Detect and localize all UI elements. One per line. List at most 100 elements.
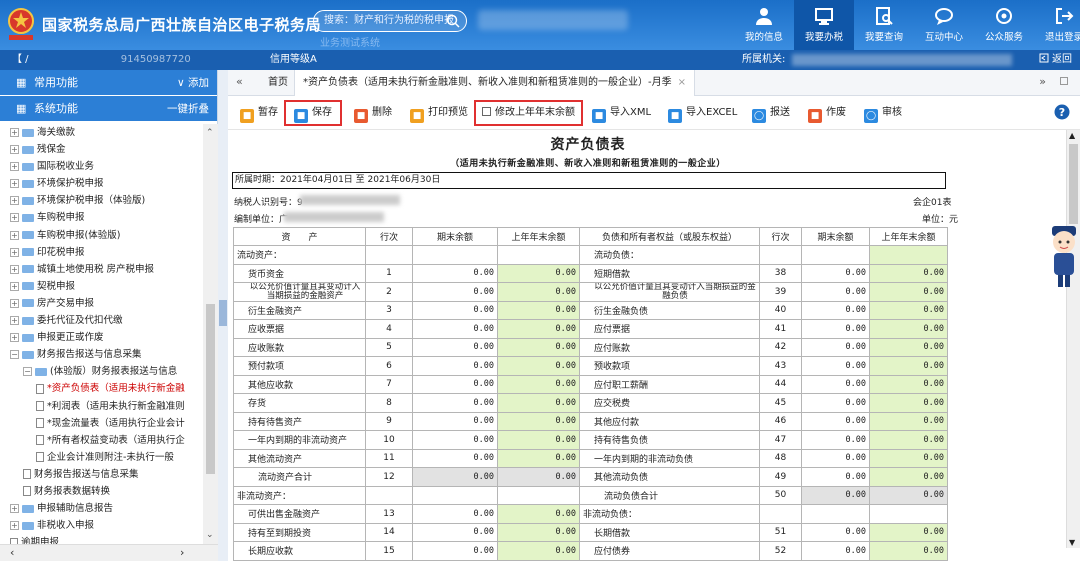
save-button[interactable]: ■ 保存 bbox=[284, 100, 342, 126]
asset-prior-year[interactable]: 0.00 bbox=[497, 300, 580, 320]
asset-prior-year[interactable]: 0.00 bbox=[497, 430, 580, 450]
asset-prior-year[interactable]: 0.00 bbox=[497, 282, 580, 302]
liability-prior-year[interactable]: 0.00 bbox=[869, 522, 948, 542]
liability-prior-year[interactable]: 0.00 bbox=[869, 374, 948, 394]
expand-icon[interactable]: + bbox=[10, 145, 19, 155]
expand-icon[interactable]: + bbox=[10, 298, 19, 308]
liability-prior-year[interactable]: 0.00 bbox=[869, 448, 948, 468]
expand-icon[interactable]: + bbox=[10, 264, 19, 274]
asset-prior-year[interactable]: 0.00 bbox=[497, 541, 580, 561]
tree-item[interactable]: + 非税收入申报 bbox=[0, 517, 203, 534]
asset-period-end[interactable]: 0.00 bbox=[412, 356, 498, 376]
import-excel-button[interactable]: ■ 导入EXCEL bbox=[668, 104, 737, 123]
tree-scroll-thumb[interactable] bbox=[206, 304, 215, 474]
tree-item[interactable]: − (体验版）财务报表报送与信息 bbox=[0, 363, 203, 380]
search-icon[interactable] bbox=[446, 14, 460, 28]
tree-item[interactable]: + 契税申报 bbox=[0, 278, 203, 295]
tree-item[interactable]: + 国际税收业务 bbox=[0, 158, 203, 175]
system-functions-header[interactable]: ▦ 系统功能 一键折叠 bbox=[0, 96, 217, 122]
tree-item[interactable]: 逾期申报 bbox=[0, 534, 203, 544]
common-functions-header[interactable]: ▦ 常用功能 ∨ 添加 bbox=[0, 70, 217, 96]
tree-item[interactable]: 财务报告报送与信息采集 bbox=[0, 466, 203, 483]
asset-period-end[interactable]: 0.00 bbox=[412, 374, 498, 394]
modify-prior-year-checkbox[interactable]: 修改上年年末余额 bbox=[474, 100, 583, 126]
tree-item[interactable]: + 申报更正或作废 bbox=[0, 329, 203, 346]
print-preview-button[interactable]: ■ 打印预览 bbox=[410, 104, 468, 123]
scroll-down-icon[interactable]: ⌄ bbox=[206, 530, 214, 540]
liability-period-end[interactable]: 0.00 bbox=[801, 319, 870, 339]
form-scroll-thumb[interactable] bbox=[1069, 144, 1078, 224]
return-button[interactable]: 返回 bbox=[1039, 50, 1072, 70]
tree-item[interactable]: + 委托代征及代扣代缴 bbox=[0, 312, 203, 329]
tree-item[interactable]: + 车购税申报(体验版) bbox=[0, 227, 203, 244]
expand-icon[interactable]: + bbox=[10, 333, 19, 343]
liability-period-end[interactable]: 0.00 bbox=[801, 467, 870, 487]
tab-menu-icon[interactable] bbox=[1060, 77, 1068, 85]
liability-period-end[interactable]: 0.00 bbox=[801, 337, 870, 357]
liability-period-end[interactable]: 0.00 bbox=[801, 374, 870, 394]
liability-prior-year[interactable]: 0.00 bbox=[869, 430, 948, 450]
liability-period-end[interactable] bbox=[801, 245, 870, 265]
splitter-grip[interactable] bbox=[219, 300, 227, 326]
tab-next-icon[interactable]: » bbox=[1039, 75, 1046, 88]
checkbox-box[interactable] bbox=[482, 107, 491, 116]
tree-item[interactable]: + 海关缴款 bbox=[0, 124, 203, 141]
tree-item[interactable]: + 城镇土地使用税 房产税申报 bbox=[0, 261, 203, 278]
liability-prior-year[interactable]: 0.00 bbox=[869, 356, 948, 376]
expand-icon[interactable]: + bbox=[10, 213, 19, 223]
tree-item[interactable]: + 印花税申报 bbox=[0, 244, 203, 261]
asset-prior-year[interactable]: 0.00 bbox=[497, 263, 580, 283]
expand-icon[interactable]: + bbox=[10, 196, 19, 206]
tree-item[interactable]: − 财务报告报送与信息采集 bbox=[0, 346, 203, 363]
draft-button[interactable]: ■ 暂存 bbox=[240, 104, 278, 123]
liability-period-end[interactable]: 0.00 bbox=[801, 430, 870, 450]
tree-item[interactable]: *资产负债表（适用未执行新金融 bbox=[0, 380, 203, 397]
expand-icon[interactable]: + bbox=[10, 247, 19, 257]
submit-button[interactable]: ◯ 报送 bbox=[752, 104, 790, 123]
asset-prior-year[interactable]: 0.00 bbox=[497, 448, 580, 468]
liability-prior-year[interactable]: 0.00 bbox=[869, 282, 948, 302]
liability-period-end[interactable]: 0.00 bbox=[801, 356, 870, 376]
scroll-down-icon[interactable]: ▼ bbox=[1069, 538, 1075, 547]
asset-period-end[interactable]: 0.00 bbox=[412, 541, 498, 561]
import-xml-button[interactable]: ■ 导入XML bbox=[592, 104, 651, 123]
expand-icon[interactable]: + bbox=[10, 128, 19, 137]
expand-icon[interactable]: + bbox=[10, 162, 19, 172]
asset-period-end[interactable]: 0.00 bbox=[412, 411, 498, 431]
tree-item[interactable]: *现金流量表（适用执行企业会计 bbox=[0, 415, 203, 432]
scroll-up-icon[interactable]: ⌃ bbox=[206, 128, 214, 138]
liability-prior-year[interactable]: 0.00 bbox=[869, 393, 948, 413]
asset-period-end[interactable]: 0.00 bbox=[412, 337, 498, 357]
close-icon[interactable]: × bbox=[678, 77, 686, 88]
liability-prior-year[interactable]: 0.00 bbox=[869, 319, 948, 339]
liability-period-end[interactable]: 0.00 bbox=[801, 282, 870, 302]
tree-horizontal-scrollbar[interactable]: ‹ › bbox=[0, 544, 218, 561]
liability-prior-year[interactable]: 0.00 bbox=[869, 300, 948, 320]
nav-my-info[interactable]: 我的信息 bbox=[734, 0, 794, 50]
liability-period-end[interactable]: 0.00 bbox=[801, 263, 870, 283]
form-scrollbar[interactable]: ▲ ▼ bbox=[1066, 130, 1080, 548]
search-input[interactable]: 搜索：财产和行为税的税申报 bbox=[313, 10, 467, 32]
help-icon[interactable]: ? bbox=[1054, 104, 1070, 120]
asset-period-end[interactable]: 0.00 bbox=[412, 448, 498, 468]
tree-item[interactable]: + 房产交易申报 bbox=[0, 295, 203, 312]
asset-prior-year[interactable]: 0.00 bbox=[497, 356, 580, 376]
asset-prior-year[interactable]: 0.00 bbox=[497, 337, 580, 357]
delete-button[interactable]: ■ 删除 bbox=[354, 104, 392, 123]
scroll-right-icon[interactable]: › bbox=[180, 546, 184, 559]
liability-period-end[interactable]: 0.00 bbox=[801, 411, 870, 431]
tree-item[interactable]: + 车购税申报 bbox=[0, 209, 203, 226]
asset-period-end[interactable]: 0.00 bbox=[412, 393, 498, 413]
tree-item[interactable]: *所有者权益变动表（适用执行企 bbox=[0, 432, 203, 449]
liability-prior-year[interactable]: 0.00 bbox=[869, 467, 948, 487]
expand-icon[interactable]: + bbox=[10, 504, 19, 514]
tab-balance-sheet[interactable]: *资产负债表（适用未执行新金融准则、新收入准则和新租赁准则的一般企业）-月季 × bbox=[294, 70, 695, 96]
void-button[interactable]: ■ 作废 bbox=[808, 104, 846, 123]
asset-period-end[interactable]: 0.00 bbox=[412, 522, 498, 542]
tree-item[interactable]: + 环境保护税申报 bbox=[0, 175, 203, 192]
expand-icon[interactable]: + bbox=[10, 230, 19, 240]
nav-query[interactable]: 我要查询 bbox=[854, 0, 914, 50]
tab-home[interactable]: 首页 bbox=[266, 70, 290, 96]
asset-prior-year[interactable]: 0.00 bbox=[497, 393, 580, 413]
asset-period-end[interactable]: 0.00 bbox=[412, 430, 498, 450]
